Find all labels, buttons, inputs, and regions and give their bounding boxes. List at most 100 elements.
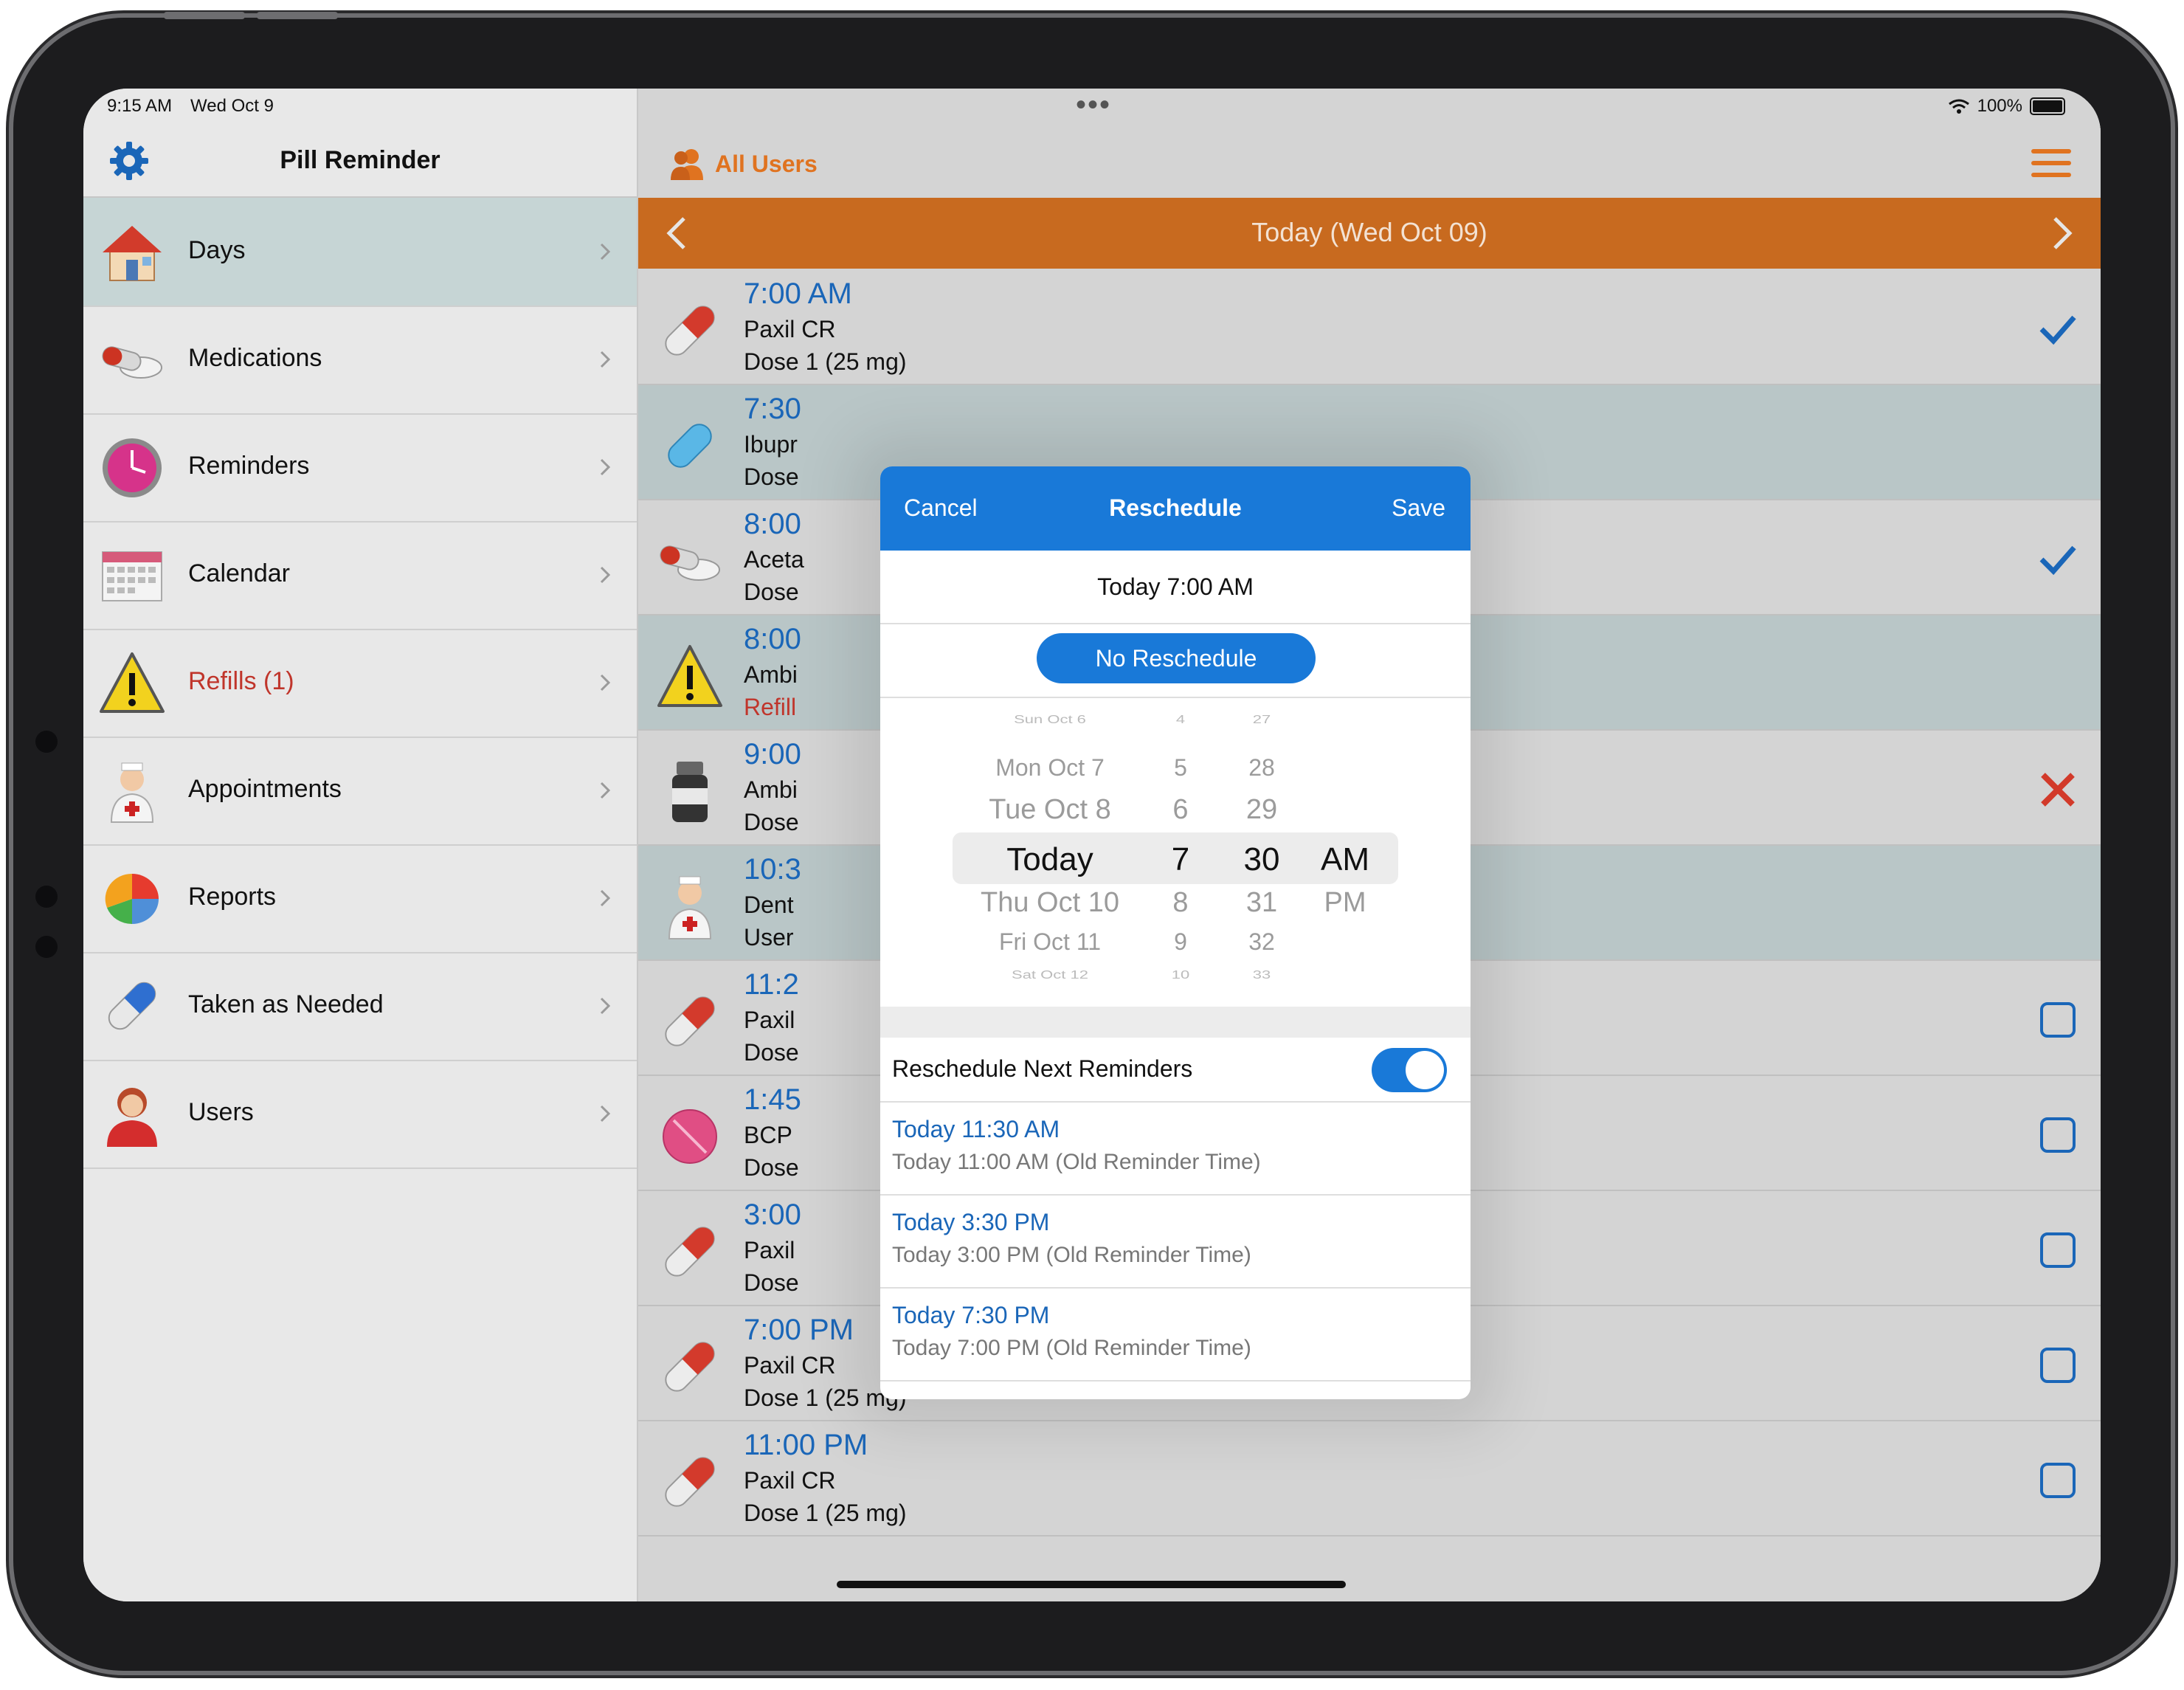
- menu-icon[interactable]: [2031, 149, 2071, 177]
- capsule-icon: [108, 982, 156, 1030]
- picker-value: 33: [1252, 968, 1271, 982]
- new-reminder-time: Today 11:30 AM: [892, 1116, 1060, 1142]
- next-reminder-item: Today 11:30 AM Today 11:00 AM (Old Remin…: [880, 1103, 1471, 1196]
- battery-icon: [2030, 97, 2065, 115]
- home-indicator[interactable]: [837, 1581, 1346, 1588]
- picker-minute-column[interactable]: 27 28 29 30 31 32 33: [1228, 698, 1295, 1015]
- reminder-name: BCP: [744, 1122, 792, 1148]
- picker-value: Sun Oct 6: [1014, 712, 1086, 726]
- reminder-detail: Dose: [744, 809, 799, 835]
- no-reschedule-button[interactable]: No Reschedule: [1037, 633, 1316, 683]
- save-button[interactable]: Save: [1392, 494, 1445, 522]
- chevron-right-icon: [600, 997, 611, 1015]
- picker-value: 31: [1245, 887, 1278, 918]
- battery-status: 100%: [1948, 96, 2065, 117]
- checkbox-icon[interactable]: [2036, 1113, 2080, 1157]
- sidebar-item-label: Reports: [188, 883, 277, 911]
- bottle-icon: [672, 762, 708, 822]
- sidebar-item-label: Reminders: [188, 452, 310, 480]
- old-reminder-time: Today 7:00 PM (Old Reminder Time): [892, 1336, 1251, 1360]
- reschedule-next-row: Reschedule Next Reminders: [880, 1038, 1471, 1103]
- date-time-picker[interactable]: Sun Oct 6 Mon Oct 7 Tue Oct 8 Today Thu …: [880, 698, 1471, 1015]
- chevron-right-icon[interactable]: [2043, 211, 2080, 255]
- sidebar-item-taken-as-needed[interactable]: Taken as Needed: [83, 952, 637, 1061]
- capsule-icon: [665, 1227, 715, 1277]
- checkbox-icon[interactable]: [2036, 1343, 2080, 1387]
- app-title: Pill Reminder: [280, 146, 440, 174]
- sidebar-item-label: Medications: [188, 344, 322, 372]
- close-icon[interactable]: [2036, 768, 2080, 812]
- battery-percent: 100%: [1977, 96, 2022, 116]
- picker-hour-column[interactable]: 4 5 6 7 8 9 10: [1155, 698, 1206, 1015]
- sidebar-item-days[interactable]: Days: [83, 198, 637, 307]
- picker-value: 27: [1252, 712, 1271, 726]
- reminder-time: 7:30: [744, 393, 801, 425]
- capsule-icon: [665, 996, 715, 1046]
- capsule-icon: [665, 1457, 715, 1507]
- reminder-detail: Dose 1 (25 mg): [744, 1500, 907, 1526]
- picker-value: Tue Oct 8: [989, 794, 1111, 825]
- main-header: All Users: [638, 125, 2101, 196]
- reminder-detail: User: [744, 924, 794, 951]
- reminder-time: 3:00: [744, 1198, 801, 1231]
- checkmark-icon[interactable]: [2036, 307, 2080, 351]
- all-users-button[interactable]: All Users: [668, 146, 818, 182]
- reminder-detail: Dose: [744, 463, 799, 490]
- section-separator: [880, 1007, 1471, 1038]
- checkbox-icon[interactable]: [2036, 998, 2080, 1042]
- nurse-icon: [110, 762, 154, 823]
- multitask-dots[interactable]: •••: [1076, 89, 1111, 122]
- picker-value: 10: [1171, 968, 1190, 982]
- reschedule-next-toggle[interactable]: [1372, 1048, 1447, 1092]
- camera-dot: [35, 936, 58, 958]
- old-reminder-time: Today 11:00 AM (Old Reminder Time): [892, 1150, 1261, 1174]
- sidebar-item-label: Refills (1): [188, 667, 294, 695]
- picker-value: 29: [1245, 794, 1278, 825]
- picker-selected-minute: 30: [1243, 841, 1280, 877]
- sidebar-item-appointments[interactable]: Appointments: [83, 737, 637, 846]
- pills-icon: [660, 545, 720, 581]
- picker-value: 6: [1172, 794, 1189, 825]
- picker-selected-hour: 7: [1171, 841, 1190, 877]
- reminder-row[interactable]: 11:00 PM Paxil CR Dose 1 (25 mg): [638, 1421, 2101, 1536]
- reminder-name: Paxil CR: [744, 1352, 836, 1379]
- reminder-name: Paxil: [744, 1237, 795, 1263]
- reschedule-next-label: Reschedule Next Reminders: [892, 1055, 1193, 1082]
- checkbox-icon[interactable]: [2036, 1458, 2080, 1503]
- reminder-name: Ibupr: [744, 431, 798, 458]
- picker-selected-ampm: AM: [1321, 841, 1369, 877]
- reminder-name: Paxil CR: [744, 1467, 836, 1494]
- chevron-right-icon: [600, 243, 611, 261]
- current-reminder-time: Today 7:00 AM: [880, 551, 1471, 624]
- user-avatar-icon: [107, 1088, 157, 1147]
- sidebar-item-calendar[interactable]: Calendar: [83, 521, 637, 630]
- picker-day-column[interactable]: Sun Oct 6 Mon Oct 7 Tue Oct 8 Today Thu …: [969, 698, 1131, 1015]
- sidebar-item-users[interactable]: Users: [83, 1060, 637, 1169]
- reminder-detail: Dose: [744, 1154, 799, 1181]
- chevron-right-icon: [600, 674, 611, 691]
- picker-value: PM: [1324, 887, 1366, 918]
- checkbox-icon[interactable]: [2036, 1228, 2080, 1272]
- tablet-icon: [668, 424, 712, 468]
- sidebar-header: Pill Reminder: [83, 125, 637, 198]
- old-reminder-time: Today 3:00 PM (Old Reminder Time): [892, 1243, 1251, 1267]
- chevron-right-icon: [600, 1105, 611, 1122]
- sidebar-item-reminders[interactable]: Reminders: [83, 413, 637, 522]
- sidebar-item-reports[interactable]: Reports: [83, 844, 637, 953]
- date-bar: Today (Wed Oct 09): [638, 198, 2101, 269]
- reminder-row[interactable]: 7:00 AM Paxil CR Dose 1 (25 mg): [638, 270, 2101, 385]
- chevron-right-icon: [600, 351, 611, 368]
- picker-value: Mon Oct 7: [995, 754, 1105, 781]
- camera-dot: [35, 886, 58, 908]
- checkmark-icon[interactable]: [2036, 537, 2080, 582]
- reschedule-dialog: Cancel Reschedule Save Today 7:00 AM No …: [880, 466, 1471, 1399]
- sidebar-item-refills[interactable]: Refills (1): [83, 629, 637, 738]
- sidebar-item-medications[interactable]: Medications: [83, 306, 637, 415]
- reminder-time: 1:45: [744, 1083, 801, 1116]
- picker-ampm-column[interactable]: AM PM: [1312, 698, 1378, 1015]
- status-date: Wed Oct 9: [190, 96, 274, 116]
- picker-selected-day: Today: [1006, 841, 1093, 877]
- reminder-time: 7:00 PM: [744, 1314, 854, 1346]
- dialog-title: Reschedule: [1109, 494, 1242, 521]
- reminder-name: Paxil: [744, 1007, 795, 1033]
